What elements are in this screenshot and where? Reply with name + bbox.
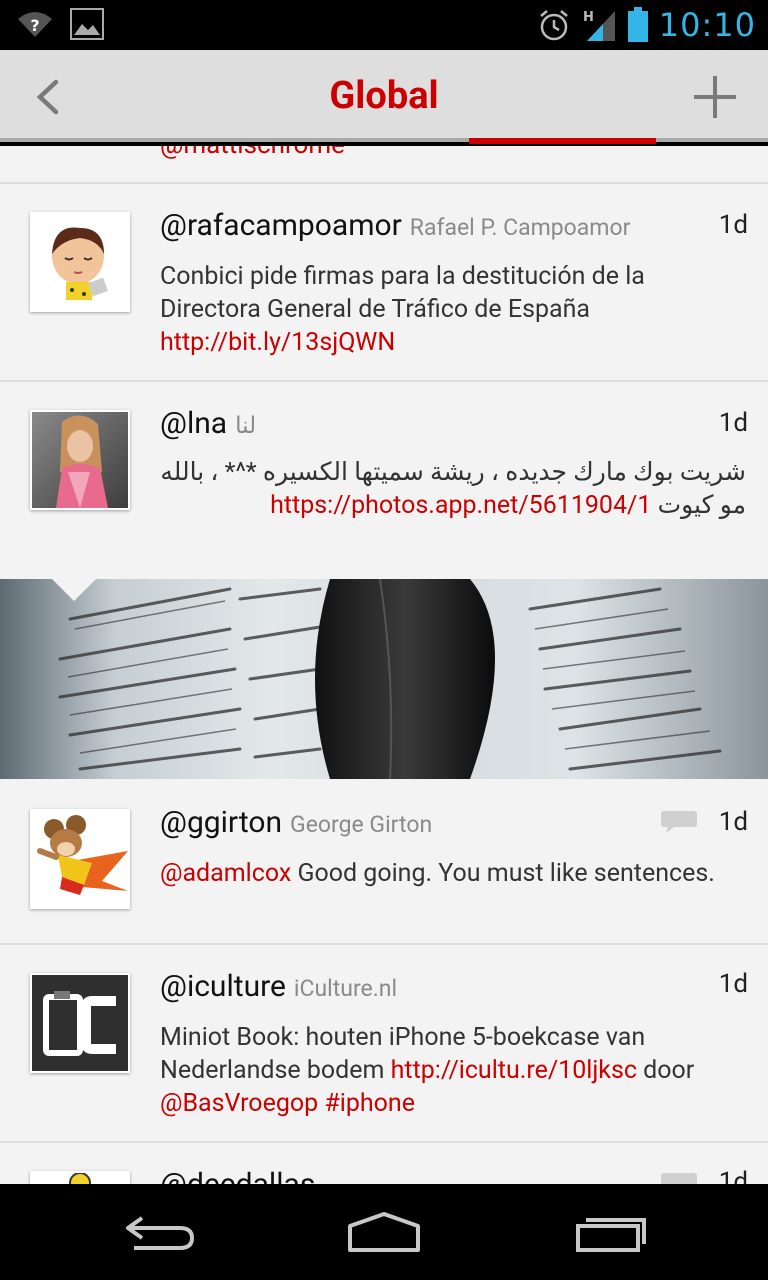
alarm-icon	[539, 10, 568, 41]
tweet-age: 1d	[718, 1167, 748, 1184]
tweet-item[interactable]: @iculture iCulture.nl 1d Miniot Book: hou…	[0, 945, 768, 1141]
tweet-item[interactable]: @lna لنا 1d شريت بوك مارك جديده ، ريشة سم…	[0, 382, 768, 578]
display-name: iCulture.nl	[293, 975, 398, 1002]
tweet-handle[interactable]: @lna لنا	[160, 406, 256, 441]
handle-text: @rafacampoamor	[160, 208, 402, 243]
tweet-item[interactable]: @deedallas 1d	[0, 1143, 768, 1184]
tweet-body-continued: door	[636, 1056, 695, 1085]
battery-icon	[627, 7, 648, 42]
partial-tweet-text: @mattischrome	[160, 146, 345, 160]
back-nav-icon[interactable]	[120, 1210, 200, 1254]
avatar[interactable]	[30, 410, 130, 510]
handle-text: @ggirton	[160, 805, 283, 840]
conversation-icon	[661, 1173, 697, 1184]
plus-icon[interactable]	[692, 74, 738, 120]
tweet-mention[interactable]: @BasVroegop	[160, 1089, 318, 1118]
tweet-body: Conbici pide firmas para la destitución …	[160, 262, 645, 324]
tweet-item[interactable]: @ggirton George Girton 1d @adamlcox Good …	[0, 779, 768, 943]
tweet-mention[interactable]: @adamlcox	[160, 859, 291, 888]
action-bar: Global	[0, 50, 768, 144]
tweet-age: 1d	[718, 210, 748, 240]
display-name: George Girton	[290, 811, 433, 838]
photo-pointer	[52, 579, 96, 601]
display-name: Rafael P. Campoamor	[409, 214, 631, 241]
iculture-logo-icon	[32, 975, 128, 1071]
tab-indicator	[469, 138, 656, 144]
tweet-text: Miniot Book: houten iPhone 5-boekcase va…	[160, 1021, 750, 1120]
recents-nav-icon[interactable]	[572, 1210, 652, 1254]
tweet-text: @adamlcox Good going. You must like sent…	[160, 857, 750, 890]
svg-text:H: H	[583, 10, 594, 25]
tweet-body: Good going. You must like sentences.	[291, 859, 715, 888]
conversation-icon	[661, 811, 697, 833]
display-name: لنا	[235, 412, 257, 439]
tweet-handle[interactable]: @ggirton George Girton	[160, 805, 432, 840]
timeline[interactable]: @mattischrome @rafacampoamor Rafael P. Ca…	[0, 146, 768, 1184]
navigation-bar	[0, 1184, 768, 1280]
tweet-photo[interactable]	[0, 579, 768, 779]
mighty-mouse-avatar-icon	[32, 811, 128, 907]
cartoon-avatar-icon	[32, 1173, 128, 1184]
tweet-link[interactable]: http://icultu.re/10ljksc	[391, 1056, 637, 1085]
tweet-hashtag[interactable]: #iphone	[318, 1089, 415, 1118]
page-title: Global	[329, 74, 439, 118]
tweet-link[interactable]: http://bit.ly/13sjQWN	[160, 328, 395, 357]
avatar[interactable]	[30, 973, 130, 1073]
tweet-age: 1d	[718, 807, 748, 837]
signal-h-icon: H	[583, 10, 615, 41]
tweet-text: Conbici pide firmas para la destitución …	[160, 260, 750, 359]
tweet-text: شريت بوك مارك جديده ، ريشة سميتها الكسير…	[160, 456, 746, 522]
tweet-age: 1d	[718, 408, 748, 438]
clock: 10:10	[658, 6, 756, 44]
avatar[interactable]	[30, 809, 130, 909]
image-notification-icon	[70, 8, 104, 40]
home-nav-icon[interactable]	[344, 1210, 424, 1254]
handle-text: @iculture	[160, 969, 286, 1004]
tweet-item[interactable]: @rafacampoamor Rafael P. Campoamor 1d Con…	[0, 184, 768, 380]
tweet-handle[interactable]: @deedallas	[160, 1167, 315, 1184]
avatar[interactable]	[30, 1171, 130, 1184]
cartoon-avatar-icon	[32, 214, 128, 310]
tweet-handle[interactable]: @iculture iCulture.nl	[160, 969, 397, 1004]
book-photo-image	[0, 579, 768, 779]
wifi-question-icon: ?	[18, 12, 52, 37]
tweet-age: 1d	[718, 969, 748, 999]
handle-text: @lna	[160, 406, 228, 441]
status-bar: ? H 10:10	[0, 0, 768, 50]
tweet-link[interactable]: https://photos.app.net/5611904/1	[270, 491, 651, 520]
avatar[interactable]	[30, 212, 130, 312]
svg-text:?: ?	[30, 16, 39, 35]
tweet-handle[interactable]: @rafacampoamor Rafael P. Campoamor	[160, 208, 630, 243]
photo-avatar-icon	[32, 412, 128, 508]
handle-text: @deedallas	[160, 1167, 315, 1184]
